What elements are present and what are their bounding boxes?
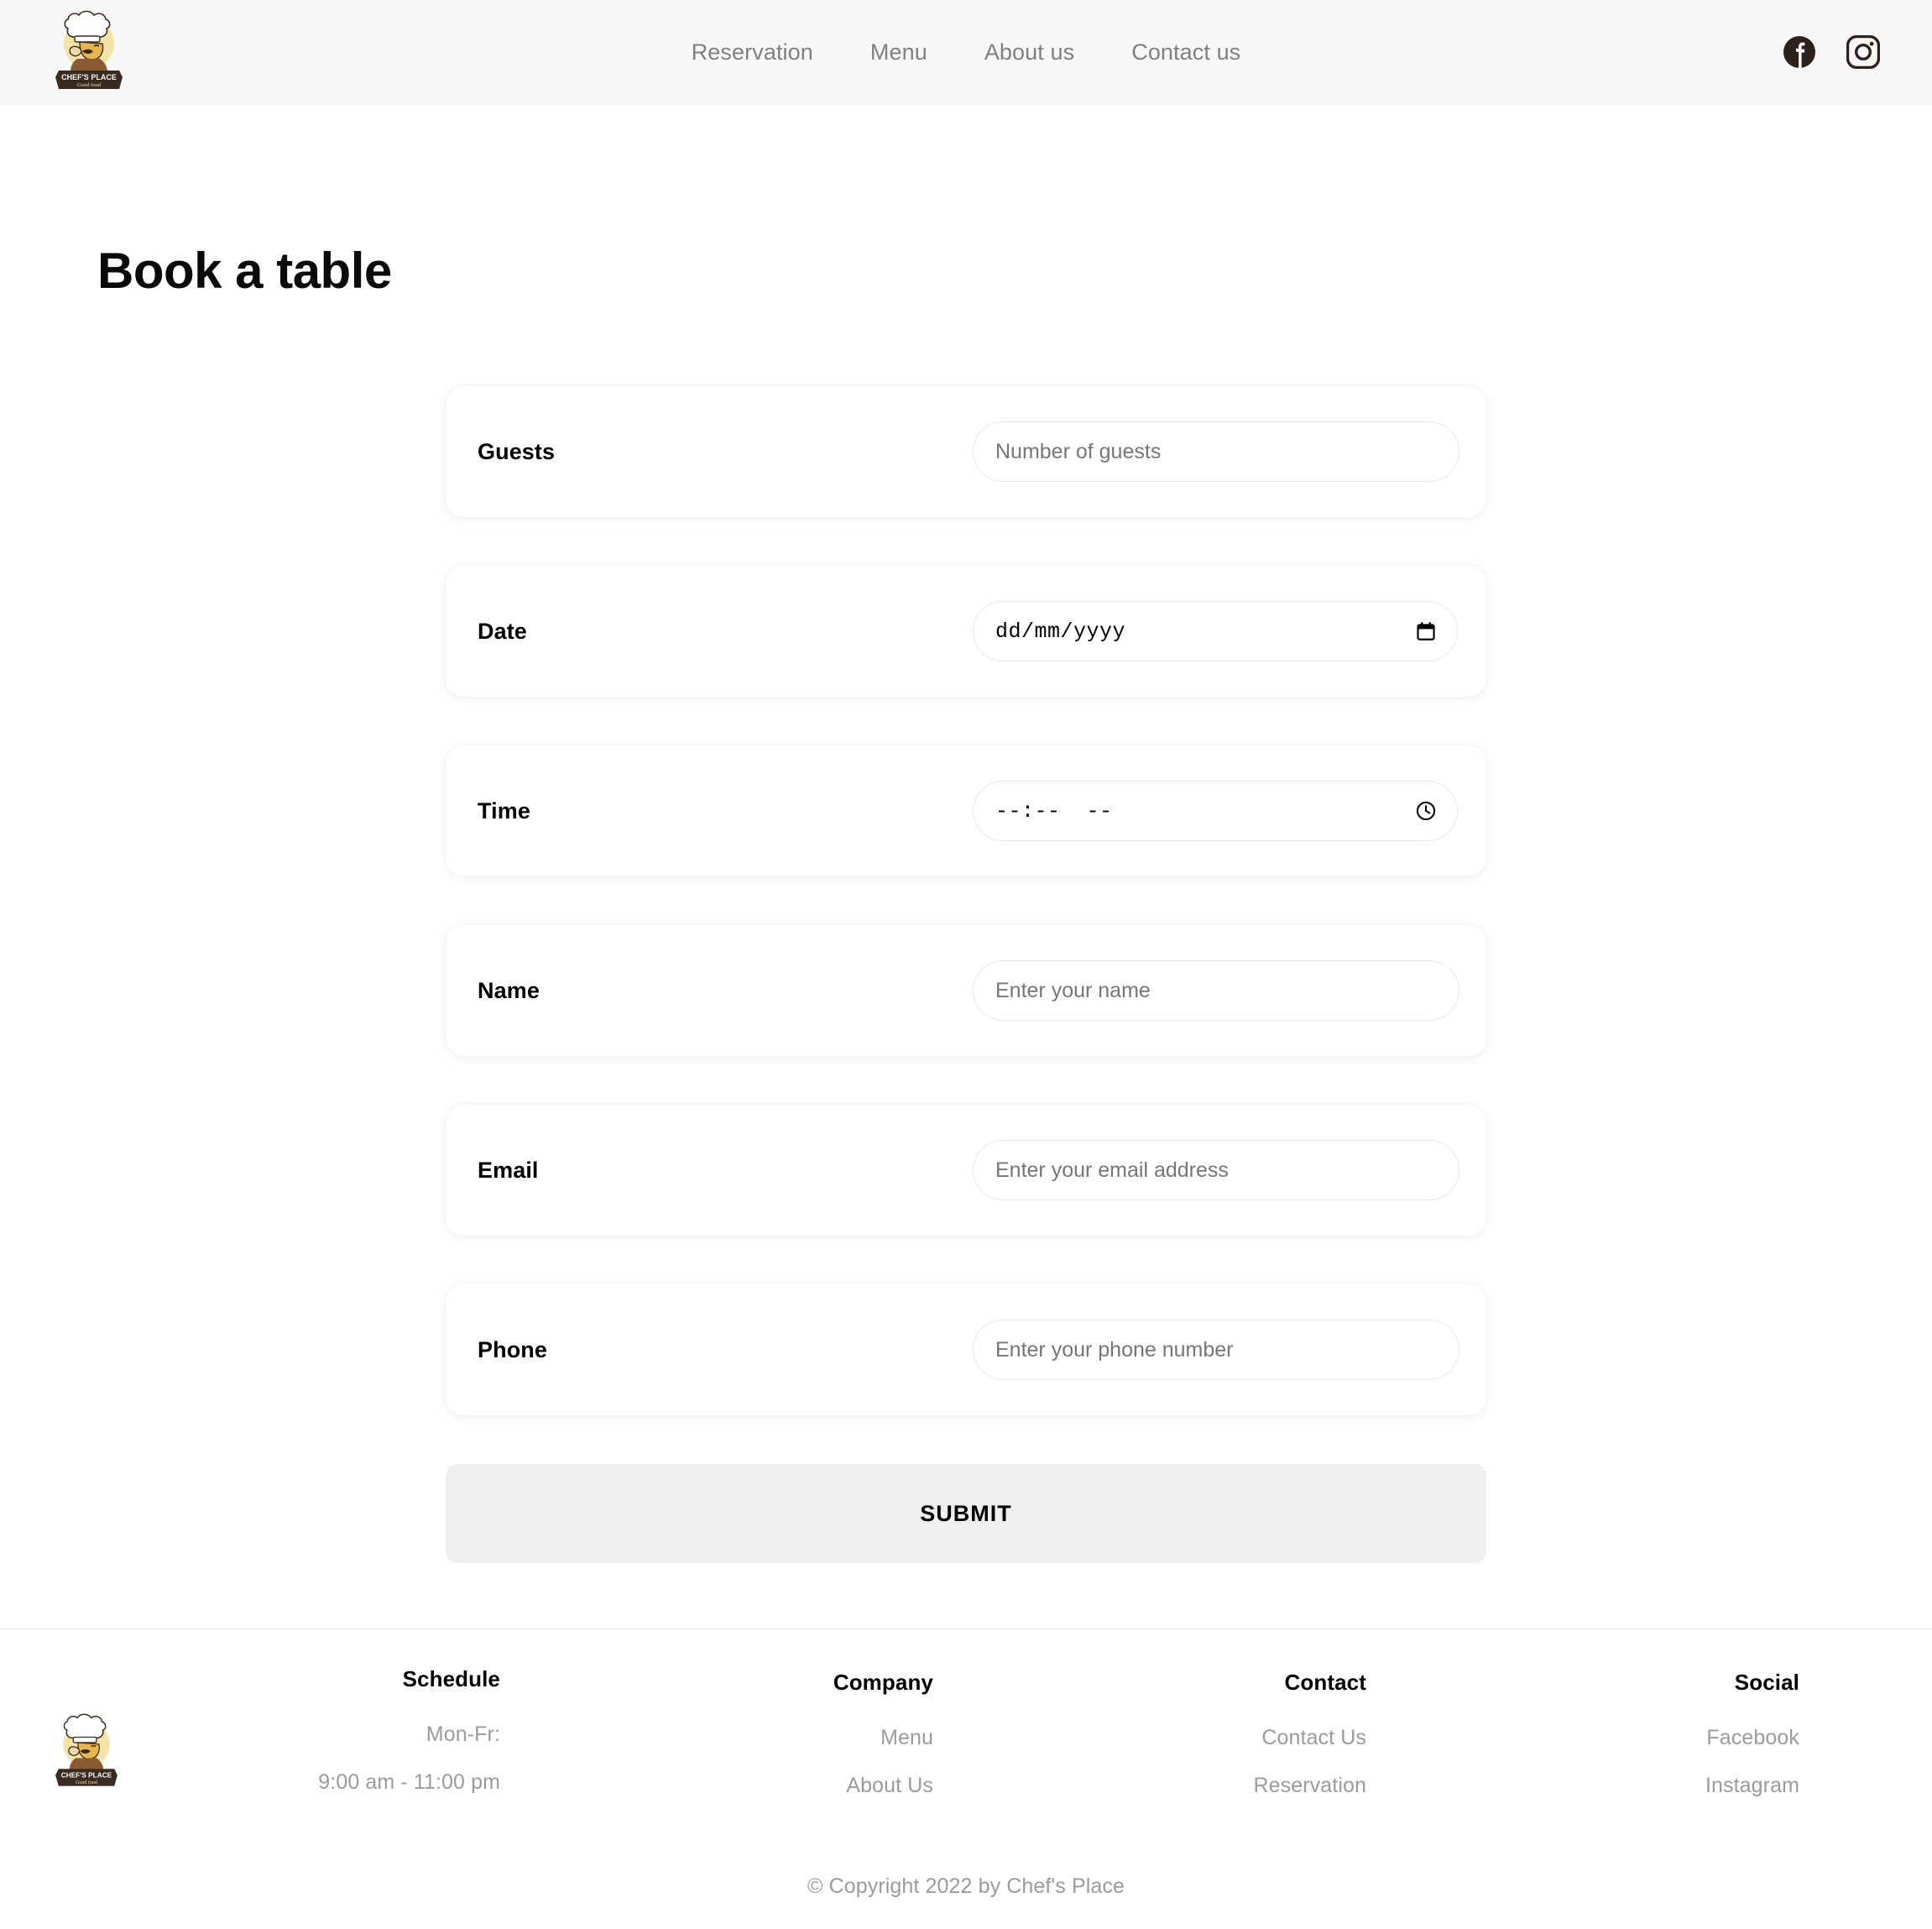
footer-item-reservation[interactable]: Reservation	[1014, 1774, 1366, 1798]
footer-chef-logo-icon: CHEF'S PLACE Good food	[52, 1712, 121, 1792]
name-input[interactable]	[973, 960, 1459, 1021]
footer-heading-contact: Contact	[1014, 1670, 1366, 1696]
svg-text:CHEF'S PLACE: CHEF'S PLACE	[61, 1770, 112, 1779]
nav-item-about-us[interactable]: About us	[956, 39, 1103, 65]
date-input[interactable]: dd/mm/yyyy	[973, 601, 1458, 661]
field-card-phone: Phone	[446, 1284, 1486, 1415]
field-card-email: Email	[446, 1105, 1486, 1236]
footer-item-about-us[interactable]: About Us	[581, 1774, 933, 1798]
date-input-slot: dd/mm/yyyy	[973, 601, 1458, 661]
date-value: dd/mm/yyyy	[995, 619, 1125, 644]
instagram-icon[interactable]	[1846, 35, 1880, 69]
field-card-name: Name	[446, 925, 1486, 1056]
footer-heading-schedule: Schedule	[148, 1666, 500, 1692]
copyright-text: © Copyright 2022 by Chef's Place	[0, 1874, 1932, 1899]
footer-columns: CHEF'S PLACE Good food Schedule Mon-Fr: …	[52, 1629, 1880, 1822]
footer-item-schedule-days: Mon-Fr:	[148, 1723, 500, 1747]
phone-input[interactable]	[973, 1320, 1459, 1380]
nav-item-menu[interactable]: Menu	[842, 39, 956, 65]
time-label: Time	[478, 798, 973, 824]
nav-item-reservation[interactable]: Reservation	[663, 39, 842, 65]
calendar-icon[interactable]	[1415, 620, 1437, 642]
footer-item-contact-us[interactable]: Contact Us	[1014, 1726, 1366, 1750]
date-label: Date	[478, 619, 973, 645]
phone-label: Phone	[478, 1337, 973, 1363]
page-title: Book a table	[0, 105, 1932, 296]
clock-icon[interactable]	[1415, 800, 1437, 822]
site-header: CHEF'S PLACE Good food Reservation Menu …	[0, 0, 1932, 105]
footer-col-social: Social Facebook Instagram	[1447, 1670, 1880, 1822]
footer-item-facebook[interactable]: Facebook	[1447, 1726, 1799, 1750]
field-card-guests: Guests	[446, 386, 1486, 517]
time-value: --:-- --	[995, 799, 1113, 823]
guests-label: Guests	[478, 439, 973, 465]
guests-input-slot	[973, 421, 1459, 482]
footer-item-menu[interactable]: Menu	[581, 1726, 933, 1750]
phone-input-slot	[973, 1320, 1459, 1380]
footer-item-schedule-hours: 9:00 am - 11:00 pm	[148, 1770, 500, 1795]
email-input-slot	[973, 1140, 1459, 1200]
footer-col-contact: Contact Contact Us Reservation	[1014, 1670, 1447, 1822]
header-social-links	[1783, 35, 1880, 69]
svg-text:Good food: Good food	[76, 1780, 97, 1785]
chef-logo-icon[interactable]: CHEF'S PLACE Good food	[52, 8, 126, 96]
email-input[interactable]	[973, 1140, 1459, 1200]
booking-form: Guests Date dd/mm/yyyy	[446, 386, 1486, 1563]
field-card-date: Date dd/mm/yyyy	[446, 566, 1486, 697]
guests-input[interactable]	[973, 421, 1459, 482]
site-footer: CHEF'S PLACE Good food Schedule Mon-Fr: …	[0, 1628, 1932, 1929]
main-nav: Reservation Menu About us Contact us	[663, 39, 1270, 65]
time-input-slot: --:-- --	[973, 781, 1458, 841]
field-card-time: Time --:-- --	[446, 745, 1486, 876]
svg-text:CHEF'S PLACE: CHEF'S PLACE	[61, 73, 117, 81]
nav-item-contact-us[interactable]: Contact us	[1103, 39, 1269, 65]
email-label: Email	[478, 1158, 973, 1184]
name-label: Name	[478, 978, 973, 1004]
name-input-slot	[973, 960, 1459, 1021]
footer-col-schedule: Schedule Mon-Fr: 9:00 am - 11:00 pm	[148, 1666, 581, 1822]
page-main: Book a table Guests Date dd/mm/yyyy	[0, 105, 1932, 1563]
footer-col-company: Company Menu About Us	[581, 1670, 1014, 1822]
submit-button[interactable]: SUBMIT	[446, 1464, 1486, 1563]
footer-link-columns: Schedule Mon-Fr: 9:00 am - 11:00 pm Comp…	[121, 1670, 1880, 1822]
svg-text:Good food: Good food	[77, 82, 102, 88]
footer-heading-company: Company	[581, 1670, 933, 1696]
time-input[interactable]: --:-- --	[973, 781, 1458, 841]
facebook-icon[interactable]	[1783, 35, 1816, 69]
footer-item-instagram[interactable]: Instagram	[1447, 1774, 1799, 1798]
footer-heading-social: Social	[1447, 1670, 1799, 1696]
